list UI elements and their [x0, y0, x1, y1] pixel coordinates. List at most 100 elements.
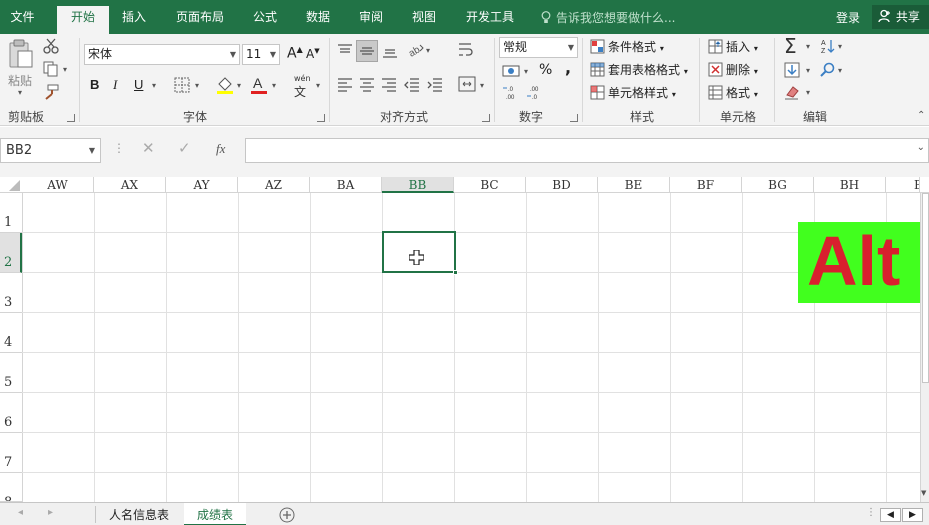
cell-grid[interactable] — [22, 193, 920, 502]
number-format-select[interactable]: 常规 ▼ — [499, 37, 578, 58]
decrease-font-size-button[interactable]: A▼ — [306, 47, 320, 61]
borders-icon[interactable] — [174, 77, 190, 93]
phonetic-button[interactable]: wén 文 — [294, 74, 311, 100]
sheet-tab-person-info[interactable]: 人名信息表 — [96, 503, 182, 525]
align-middle-button[interactable] — [356, 40, 378, 62]
cancel-icon[interactable]: ✕ — [142, 139, 155, 157]
fill-handle[interactable] — [453, 270, 458, 275]
decrease-indent-icon[interactable] — [404, 78, 420, 92]
row-header-7[interactable]: 7 — [0, 433, 22, 473]
accounting-dropdown-arrow[interactable]: ▾ — [524, 67, 528, 76]
autosum-icon[interactable]: Σ — [784, 34, 797, 58]
accounting-format-icon[interactable] — [502, 63, 522, 79]
underline-button[interactable]: U — [134, 77, 143, 92]
align-bottom-icon[interactable] — [382, 44, 398, 58]
format-cells-button[interactable]: 格式 ▾ — [708, 84, 758, 101]
scroll-left-button[interactable]: ◀ — [880, 508, 901, 522]
paste-icon[interactable] — [8, 39, 34, 69]
autosum-dropdown-arrow[interactable]: ▾ — [806, 42, 810, 51]
find-select-dropdown-arrow[interactable]: ▾ — [838, 66, 842, 75]
tab-formulas[interactable]: 公式 — [244, 8, 286, 34]
number-launcher-icon[interactable] — [570, 114, 578, 122]
find-select-icon[interactable] — [820, 62, 836, 78]
font-color-dropdown-arrow[interactable]: ▾ — [272, 81, 276, 90]
orientation-icon[interactable]: ab — [407, 42, 425, 58]
increase-indent-icon[interactable] — [427, 78, 443, 92]
tab-file[interactable]: 文件 — [0, 8, 45, 34]
borders-dropdown-arrow[interactable]: ▾ — [195, 81, 199, 90]
tab-review[interactable]: 审阅 — [350, 8, 392, 34]
paste-label[interactable]: 粘贴 — [8, 72, 32, 89]
sort-filter-dropdown-arrow[interactable]: ▾ — [838, 42, 842, 51]
column-header-bg[interactable]: BG — [742, 177, 814, 193]
row-header-6[interactable]: 6 — [0, 393, 22, 433]
row-header-8[interactable]: 8 — [0, 473, 22, 502]
decrease-decimal-icon[interactable]: .00.0 — [526, 84, 546, 100]
alignment-launcher-icon[interactable] — [482, 114, 490, 122]
column-header-bi[interactable]: BI — [886, 177, 920, 193]
sort-filter-icon[interactable]: AZ — [820, 38, 836, 54]
clipboard-launcher-icon[interactable] — [67, 114, 75, 122]
column-header-bc[interactable]: BC — [454, 177, 526, 193]
fill-dropdown-arrow[interactable]: ▾ — [806, 66, 810, 75]
vertical-scrollbar[interactable]: ▼ — [920, 193, 929, 502]
copy-dropdown-arrow[interactable]: ▾ — [63, 65, 67, 74]
increase-font-size-button[interactable]: A▲ — [287, 45, 303, 62]
insert-function-icon[interactable]: fx — [216, 141, 225, 157]
column-header-ay[interactable]: AY — [166, 177, 238, 193]
column-header-bd[interactable]: BD — [526, 177, 598, 193]
merge-center-icon[interactable] — [458, 76, 476, 92]
italic-button[interactable]: I — [113, 77, 117, 93]
clear-icon[interactable] — [784, 84, 800, 100]
copy-icon[interactable] — [43, 61, 59, 77]
sheet-options-icon[interactable]: ⋮ — [866, 507, 876, 518]
column-header-be[interactable]: BE — [598, 177, 670, 193]
vertical-scroll-thumb[interactable] — [922, 193, 929, 383]
scroll-down-icon[interactable]: ▼ — [921, 489, 926, 497]
row-header-3[interactable]: 3 — [0, 273, 22, 313]
wrap-text-icon[interactable] — [458, 42, 476, 58]
tab-developer[interactable]: 开发工具 — [456, 8, 524, 34]
align-center-icon[interactable] — [359, 78, 375, 92]
underline-dropdown-arrow[interactable]: ▾ — [152, 81, 156, 90]
bold-button[interactable]: B — [90, 77, 99, 92]
delete-cells-button[interactable]: 删除 ▾ — [708, 61, 758, 78]
percent-button[interactable]: % — [539, 62, 552, 78]
row-header-2[interactable]: 2 — [0, 233, 22, 273]
merge-dropdown-arrow[interactable]: ▾ — [480, 81, 484, 90]
comma-button[interactable]: , — [565, 58, 571, 77]
column-header-ax[interactable]: AX — [94, 177, 166, 193]
scroll-right-button[interactable]: ▶ — [902, 508, 923, 522]
row-header-5[interactable]: 5 — [0, 353, 22, 393]
row-header-1[interactable]: 1 — [0, 193, 22, 233]
increase-decimal-icon[interactable]: .0.00 — [502, 84, 522, 100]
tab-data[interactable]: 数据 — [296, 8, 340, 34]
fill-color-dropdown-arrow[interactable]: ▾ — [237, 81, 241, 90]
sheet-tab-scores[interactable]: 成绩表 — [184, 503, 246, 525]
align-right-icon[interactable] — [381, 78, 397, 92]
font-color-icon[interactable]: A — [250, 75, 268, 95]
tell-me-search[interactable]: 告诉我您想要做什么... — [541, 9, 675, 26]
insert-cells-button[interactable]: 插入 ▾ — [708, 38, 758, 55]
column-header-bf[interactable]: BF — [670, 177, 742, 193]
name-box[interactable]: BB2 ▼ — [0, 138, 101, 163]
cell-styles-button[interactable]: 单元格样式 ▾ — [590, 84, 676, 101]
paste-dropdown-arrow[interactable]: ▾ — [18, 88, 22, 97]
column-header-bh[interactable]: BH — [814, 177, 886, 193]
format-painter-icon[interactable] — [43, 84, 59, 100]
column-header-ba[interactable]: BA — [310, 177, 382, 193]
font-size-select[interactable]: 11 ▼ — [242, 44, 280, 65]
orientation-dropdown-arrow[interactable]: ▾ — [426, 46, 430, 55]
format-as-table-button[interactable]: 套用表格格式 ▾ — [590, 61, 688, 78]
add-sheet-icon[interactable] — [279, 507, 295, 523]
login-link[interactable]: 登录 — [836, 9, 860, 26]
fill-color-icon[interactable] — [215, 75, 235, 95]
expand-formula-bar-icon[interactable]: ⌄ — [917, 142, 925, 153]
formula-input[interactable]: ⌄ — [245, 138, 929, 163]
align-top-icon[interactable] — [337, 44, 353, 58]
select-all-icon[interactable] — [9, 180, 20, 191]
tab-view[interactable]: 视图 — [402, 8, 446, 34]
previous-sheet-icon[interactable]: ◂ — [18, 507, 23, 518]
tab-insert[interactable]: 插入 — [111, 8, 157, 34]
fill-icon[interactable] — [784, 62, 800, 78]
